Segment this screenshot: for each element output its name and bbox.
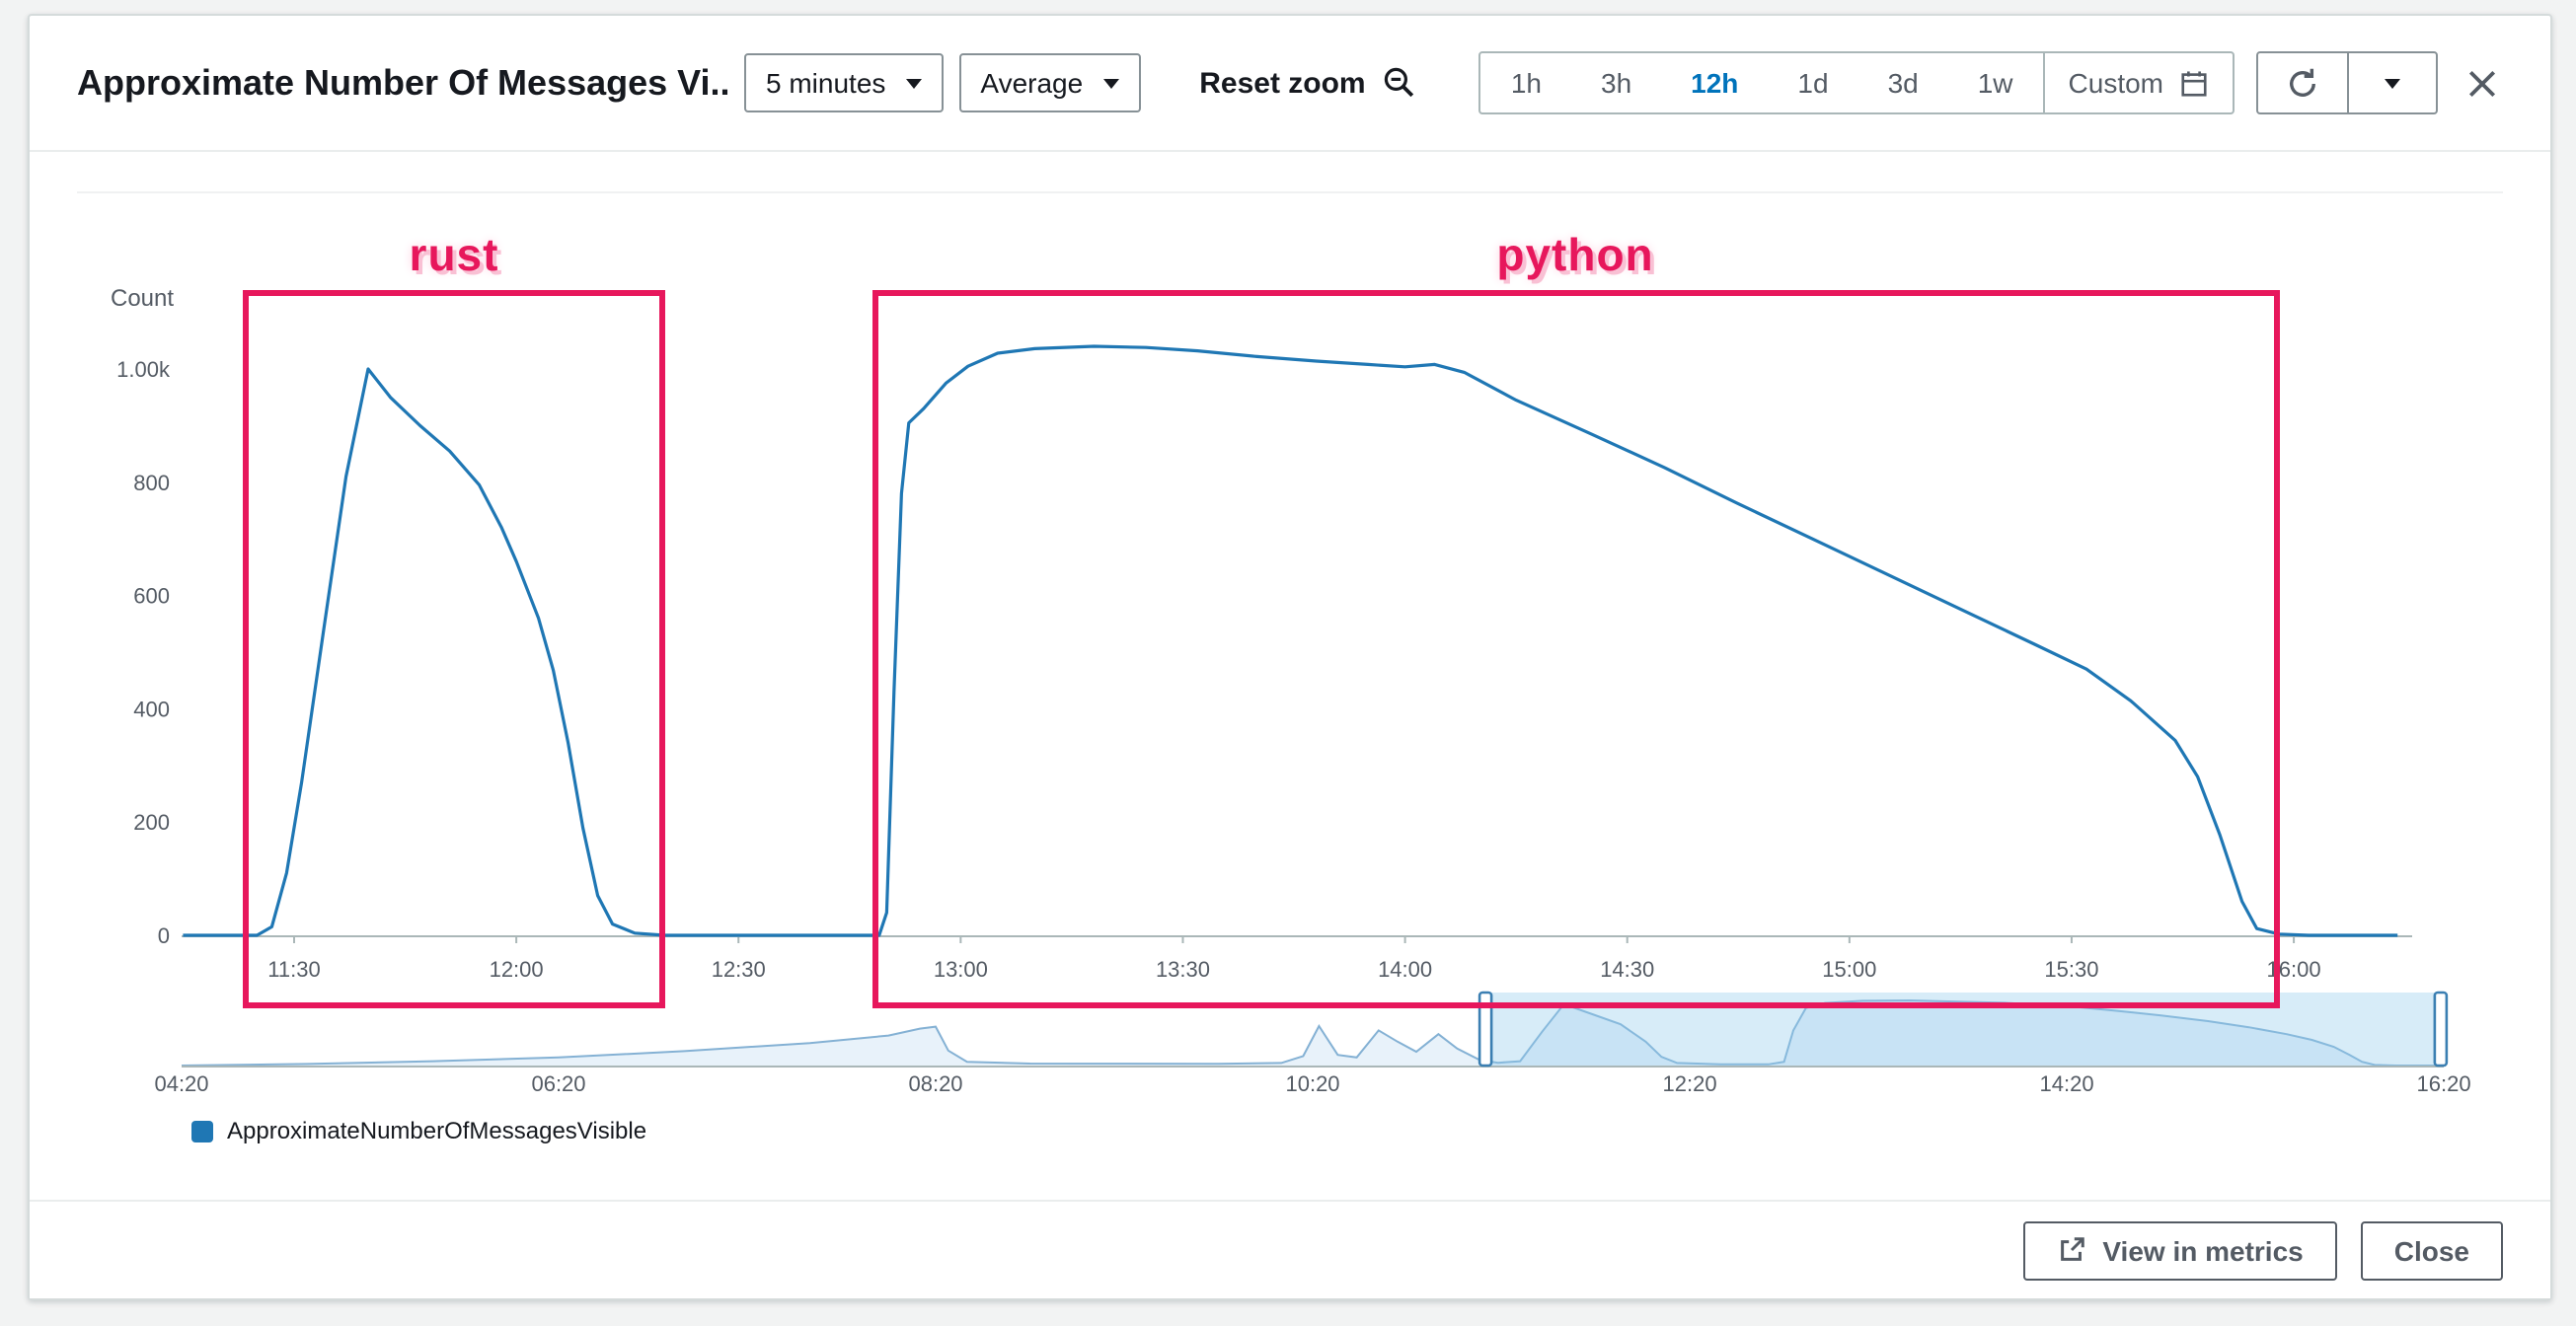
view-in-metrics-button[interactable]: View in metrics <box>2023 1220 2336 1280</box>
range-1h[interactable]: 1h <box>1481 53 1571 112</box>
time-range-group: 1h 3h 12h 1d 3d 1w Custom <box>1479 51 2235 114</box>
close-button[interactable]: Close <box>2361 1220 2503 1280</box>
legend-color-swatch <box>191 1120 213 1142</box>
refresh-split-button <box>2256 51 2438 114</box>
range-12h[interactable]: 12h <box>1661 53 1768 112</box>
range-custom-label: Custom <box>2069 67 2163 99</box>
chevron-down-icon <box>1102 78 1118 88</box>
zoom-out-icon <box>1382 65 1417 101</box>
chevron-down-icon <box>905 78 921 88</box>
period-select-value: 5 minutes <box>766 67 885 99</box>
metric-dialog: Approximate Number Of Messages Vi... 5 m… <box>28 14 2552 1300</box>
range-3d[interactable]: 3d <box>1858 53 1948 112</box>
legend-label[interactable]: ApproximateNumberOfMessagesVisible <box>227 1117 646 1144</box>
chevron-down-icon <box>2385 78 2400 88</box>
dialog-close-button[interactable] <box>2462 62 2503 104</box>
page: Approximate Number Of Messages Vi... 5 m… <box>0 0 2576 1326</box>
period-select[interactable]: 5 minutes <box>744 53 943 112</box>
dialog-header: Approximate Number Of Messages Vi... 5 m… <box>30 16 2550 152</box>
range-custom[interactable]: Custom <box>2043 53 2233 112</box>
chart-area-divider <box>77 191 2503 193</box>
dialog-footer: View in metrics Close <box>30 1200 2550 1298</box>
external-link-icon <box>2057 1235 2086 1265</box>
range-1d[interactable]: 1d <box>1768 53 1857 112</box>
calendar-icon <box>2179 68 2209 98</box>
refresh-options-button[interactable] <box>2347 53 2436 112</box>
legend: ApproximateNumberOfMessagesVisible <box>191 1117 646 1144</box>
view-in-metrics-label: View in metrics <box>2102 1234 2303 1266</box>
reset-zoom-label: Reset zoom <box>1199 66 1365 100</box>
statistic-select-value: Average <box>980 67 1083 99</box>
statistic-select[interactable]: Average <box>958 53 1140 112</box>
refresh-button[interactable] <box>2258 53 2347 112</box>
reset-zoom-button[interactable]: Reset zoom <box>1187 63 1428 103</box>
range-3h[interactable]: 3h <box>1571 53 1661 112</box>
dialog-title: Approximate Number Of Messages Vi... <box>77 62 728 104</box>
close-button-label: Close <box>2394 1234 2469 1266</box>
refresh-icon <box>2286 66 2319 100</box>
close-icon <box>2465 66 2499 100</box>
range-1w[interactable]: 1w <box>1948 53 2043 112</box>
